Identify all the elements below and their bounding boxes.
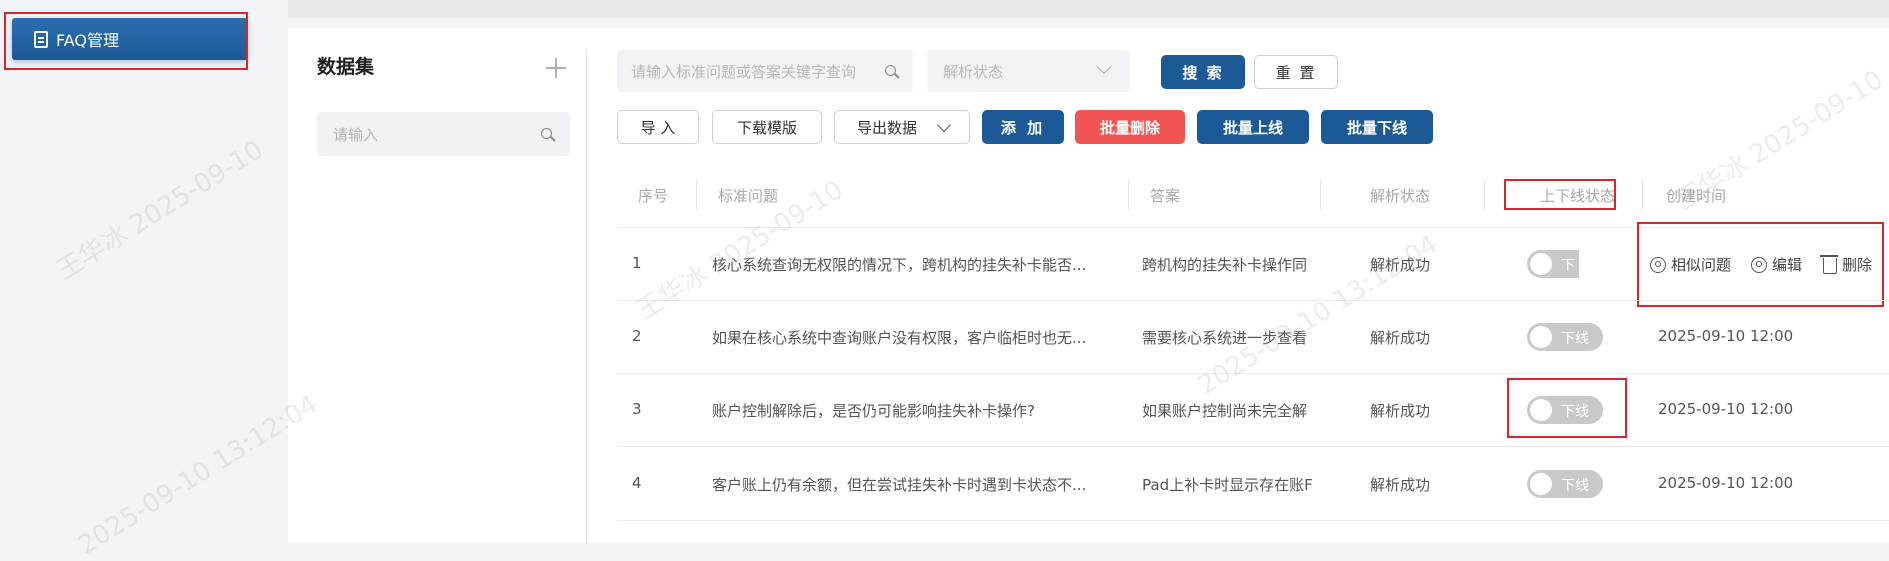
row-3-answer: 如果账户控制尚未完全解	[1142, 402, 1308, 420]
row-3-question: 账户控制解除后，是否仍可能影响挂失补卡操作?	[712, 402, 1035, 420]
chevron-down-icon	[936, 117, 952, 133]
toggle-label: 下	[1561, 258, 1575, 274]
watermark: 2025-09-10 13:12:04	[73, 389, 324, 561]
toggle-label: 下线	[1561, 331, 1589, 347]
panel-divider	[586, 50, 587, 543]
row-4-question: 客户账上仍有余额，但在尝试挂失补卡时遇到卡状态不...	[712, 476, 1087, 494]
keyword-search-input[interactable]: 请输入标准问题或答案关键字查询	[617, 50, 913, 92]
row-divider	[617, 520, 1889, 521]
row-3-created: 2025-09-10 12:00	[1658, 400, 1794, 418]
column-header-parse-status: 解析状态	[1370, 187, 1431, 205]
settings-icon	[1650, 256, 1666, 273]
add-dataset-icon[interactable]	[546, 58, 566, 78]
row-1-toggle-clip: 下	[1527, 250, 1579, 278]
column-separator	[696, 180, 697, 210]
export-data-button[interactable]: 导出数据	[834, 110, 970, 144]
content-panel	[288, 28, 1889, 543]
similar-questions-action[interactable]: 相似问题	[1650, 254, 1731, 275]
row-3-index: 3	[632, 400, 642, 418]
export-data-label: 导出数据	[857, 118, 918, 137]
batch-offline-button[interactable]: 批量下线	[1321, 110, 1433, 144]
toggle-knob	[1530, 253, 1552, 275]
top-strip	[288, 0, 1889, 18]
keyword-search-placeholder: 请输入标准问题或答案关键字查询	[631, 62, 857, 81]
column-separator	[1128, 180, 1129, 210]
row-2-index: 2	[632, 327, 642, 345]
row-1-index: 1	[632, 254, 642, 272]
row-divider	[617, 300, 1889, 301]
row-2-created: 2025-09-10 12:00	[1658, 327, 1794, 345]
row-3-parse-status: 解析成功	[1370, 402, 1431, 420]
row-divider	[617, 446, 1889, 447]
row-1-question: 核心系统查询无权限的情况下，跨机构的挂失补卡能否...	[712, 256, 1087, 274]
column-header-created: 创建时间	[1666, 187, 1727, 205]
delete-label: 删除	[1842, 256, 1873, 274]
row-4-answer: Pad上补卡时显示存在账F	[1142, 476, 1313, 494]
chevron-down-icon	[1096, 59, 1112, 75]
row-1-online-toggle[interactable]: 下	[1527, 250, 1579, 278]
row-2-online-toggle[interactable]: 下线	[1527, 323, 1603, 351]
settings-icon	[1751, 256, 1767, 273]
toggle-knob	[1530, 473, 1552, 495]
edit-label: 编辑	[1772, 256, 1803, 274]
row-2-parse-status: 解析成功	[1370, 329, 1431, 347]
row-4-index: 4	[632, 474, 642, 492]
row-2-answer: 需要核心系统进一步查看	[1142, 329, 1308, 347]
row-1-parse-status: 解析成功	[1370, 256, 1431, 274]
row-4-parse-status: 解析成功	[1370, 476, 1431, 494]
toggle-knob	[1530, 326, 1552, 348]
toggle-label: 下线	[1561, 404, 1589, 420]
search-icon[interactable]	[885, 65, 896, 76]
row-divider	[617, 227, 1889, 228]
batch-delete-button[interactable]: 批量删除	[1075, 110, 1185, 144]
column-separator	[1484, 180, 1485, 210]
search-button[interactable]: 搜 索	[1161, 55, 1245, 89]
column-header-question: 标准问题	[718, 187, 779, 205]
row-divider	[617, 373, 1889, 374]
similar-questions-label: 相似问题	[1671, 256, 1732, 274]
dataset-title: 数据集	[317, 56, 375, 78]
watermark: 王华冰 2025-09-10	[51, 135, 269, 287]
row-4-created: 2025-09-10 12:00	[1658, 474, 1794, 492]
column-separator	[1642, 180, 1643, 210]
sidebar-item-label: FAQ管理	[56, 31, 119, 50]
edit-action[interactable]: 编辑	[1751, 254, 1802, 275]
reset-button[interactable]: 重 置	[1254, 55, 1338, 89]
toggle-label: 下线	[1561, 478, 1589, 494]
add-button[interactable]: 添 加	[982, 110, 1064, 144]
sidebar-item-faq[interactable]: FAQ管理	[12, 18, 248, 60]
document-icon	[34, 30, 48, 48]
dataset-search-input[interactable]: 请输入	[317, 112, 570, 156]
parse-status-placeholder: 解析状态	[943, 62, 1004, 81]
row-1-answer: 跨机构的挂失补卡操作同	[1142, 256, 1308, 274]
import-button[interactable]: 导 入	[617, 110, 699, 144]
batch-online-button[interactable]: 批量上线	[1197, 110, 1309, 144]
search-icon[interactable]	[541, 128, 552, 139]
parse-status-select[interactable]: 解析状态	[927, 50, 1130, 92]
trash-icon	[1820, 255, 1838, 274]
row-4-online-toggle[interactable]: 下线	[1527, 470, 1603, 498]
download-template-button[interactable]: 下载模版	[712, 110, 822, 144]
delete-action[interactable]: 删除	[1820, 254, 1873, 275]
row-2-question: 如果在核心系统中查询账户没有权限，客户临柜时也无...	[712, 329, 1087, 347]
toggle-knob	[1530, 399, 1552, 421]
column-header-answer: 答案	[1150, 187, 1181, 205]
column-header-index: 序号	[638, 187, 669, 205]
column-header-online-status: 上下线状态	[1540, 187, 1616, 205]
row-3-online-toggle[interactable]: 下线	[1527, 396, 1603, 424]
column-separator	[1320, 180, 1321, 210]
dataset-search-placeholder: 请输入	[333, 125, 379, 144]
